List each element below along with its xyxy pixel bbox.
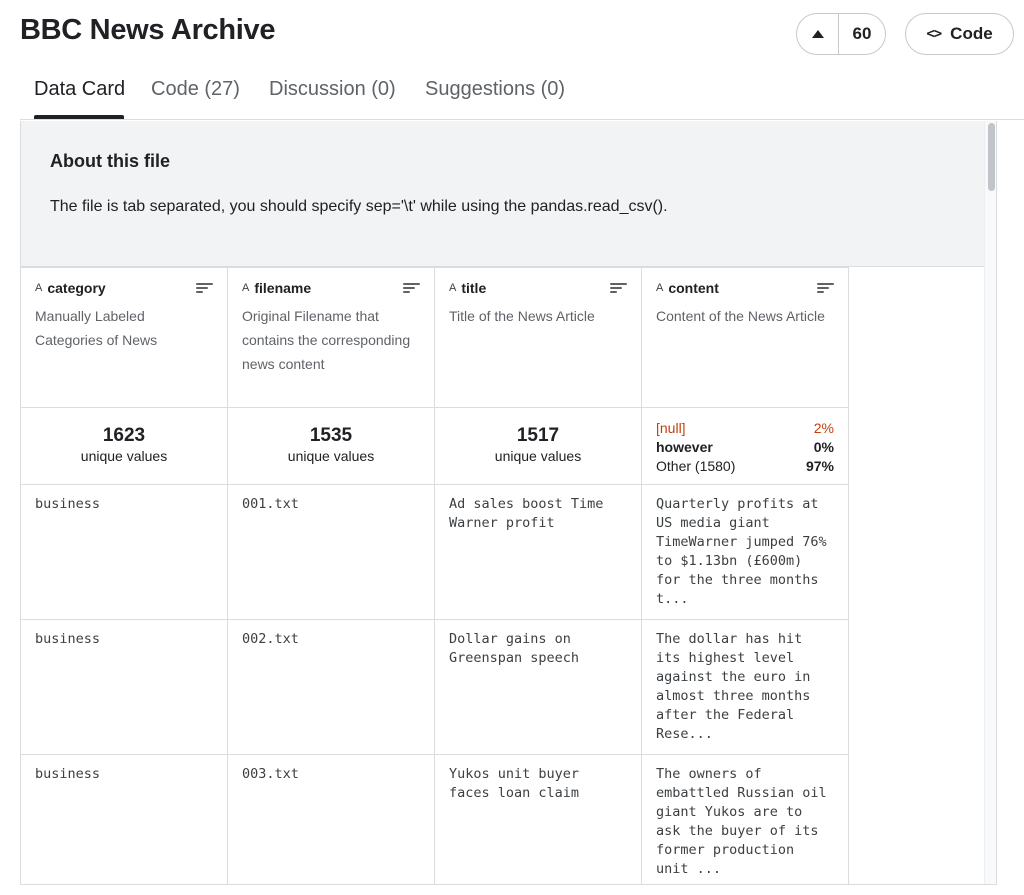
tab-data-card[interactable]: Data Card <box>34 78 125 101</box>
table-cell: Ad sales boost Time Warner profit <box>434 484 642 620</box>
column-header-filename[interactable]: A filename Original Filename that contai… <box>227 267 435 408</box>
table-cell: business <box>21 484 228 620</box>
string-type-icon: A <box>242 282 250 294</box>
table-cell: Quarterly profits at US media giant Time… <box>641 484 849 620</box>
tab-code[interactable]: Code (27) <box>151 78 240 101</box>
tab-bar: Data Card Code (27) Discussion (0) Sugge… <box>20 74 1024 120</box>
column-name: category <box>47 280 106 296</box>
scrollbar-thumb[interactable] <box>988 123 995 191</box>
code-icon: <> <box>926 26 942 42</box>
unique-count: 1623 <box>102 425 146 446</box>
column-name: filename <box>254 280 312 296</box>
tab-discussion[interactable]: Discussion (0) <box>269 78 396 101</box>
unique-label: unique values <box>494 448 582 464</box>
table-cell: Dollar gains on Greenspan speech <box>434 619 642 755</box>
data-table: A category Manually Labeled Categories o… <box>21 267 849 884</box>
column-description: Manually Labeled Categories of News <box>35 308 158 348</box>
column-description: Content of the News Article <box>656 308 825 324</box>
sort-icon[interactable] <box>610 282 627 294</box>
table-cell: Yukos unit buyer faces loan claim <box>434 754 642 884</box>
unique-label: unique values <box>80 448 168 464</box>
table-row: business 002.txt Dollar gains on Greensp… <box>21 619 849 755</box>
unique-stat-title: 1517 unique values <box>434 407 642 485</box>
vote-group: 60 <box>796 13 886 55</box>
unique-count: 1517 <box>516 425 560 446</box>
distribution-label: however <box>656 439 713 455</box>
distribution-value: 2% <box>813 420 834 436</box>
distribution-label: [null] <box>656 420 686 436</box>
column-description: Title of the News Article <box>449 308 595 324</box>
table-cell: 002.txt <box>227 619 435 755</box>
column-description: Original Filename that contains the corr… <box>242 308 411 372</box>
vote-count: 60 <box>852 24 872 43</box>
unique-label: unique values <box>287 448 375 464</box>
distribution-row: Other (1580) 97% <box>656 457 834 476</box>
table-cell: The owners of embattled Russian oil gian… <box>641 754 849 884</box>
arrow-up-icon <box>811 30 824 38</box>
column-name: title <box>461 280 487 296</box>
distribution-label: Other (1580) <box>656 458 736 474</box>
column-header-row: A category Manually Labeled Categories o… <box>21 267 849 408</box>
code-button[interactable]: <> Code <box>905 13 1014 55</box>
distribution-value: 97% <box>805 458 834 474</box>
distribution-stat-content: [null] 2% however 0% Other (1580) 97% <box>641 407 849 485</box>
about-section: About this file The file is tab separate… <box>21 121 984 267</box>
column-header-title[interactable]: A title Title of the News Article <box>434 267 642 408</box>
column-name: content <box>668 280 719 296</box>
vertical-scrollbar[interactable] <box>984 121 996 884</box>
upvote-button[interactable] <box>797 14 839 54</box>
code-button-label: Code <box>950 24 993 43</box>
sort-icon[interactable] <box>196 282 213 294</box>
sort-icon[interactable] <box>403 282 420 294</box>
about-title: About this file <box>50 151 170 171</box>
table-cell: business <box>21 754 228 884</box>
distribution-value: 0% <box>813 439 834 455</box>
string-type-icon: A <box>35 282 43 294</box>
about-text: The file is tab separated, you should sp… <box>50 198 668 215</box>
table-row: business 001.txt Ad sales boost Time War… <box>21 484 849 620</box>
table-cell: business <box>21 619 228 755</box>
table-cell: 001.txt <box>227 484 435 620</box>
data-card-panel: About this file The file is tab separate… <box>20 121 997 885</box>
table-cell: The dollar has hit its highest level aga… <box>641 619 849 755</box>
column-header-content[interactable]: A content Content of the News Article <box>641 267 849 408</box>
table-cell: 003.txt <box>227 754 435 884</box>
unique-count: 1535 <box>309 425 353 446</box>
page-title: BBC News Archive <box>20 14 276 46</box>
active-tab-indicator <box>34 115 124 119</box>
distribution-row: however 0% <box>656 438 834 457</box>
table-row: business 003.txt Yukos unit buyer faces … <box>21 754 849 884</box>
column-stats-row: 1623 unique values 1535 unique values 15… <box>21 407 849 485</box>
column-header-category[interactable]: A category Manually Labeled Categories o… <box>21 267 228 408</box>
sort-icon[interactable] <box>817 282 834 294</box>
unique-stat-filename: 1535 unique values <box>227 407 435 485</box>
tab-suggestions[interactable]: Suggestions (0) <box>425 78 565 101</box>
distribution-row: [null] 2% <box>656 419 834 438</box>
unique-stat-category: 1623 unique values <box>21 407 228 485</box>
string-type-icon: A <box>656 282 664 294</box>
string-type-icon: A <box>449 282 457 294</box>
